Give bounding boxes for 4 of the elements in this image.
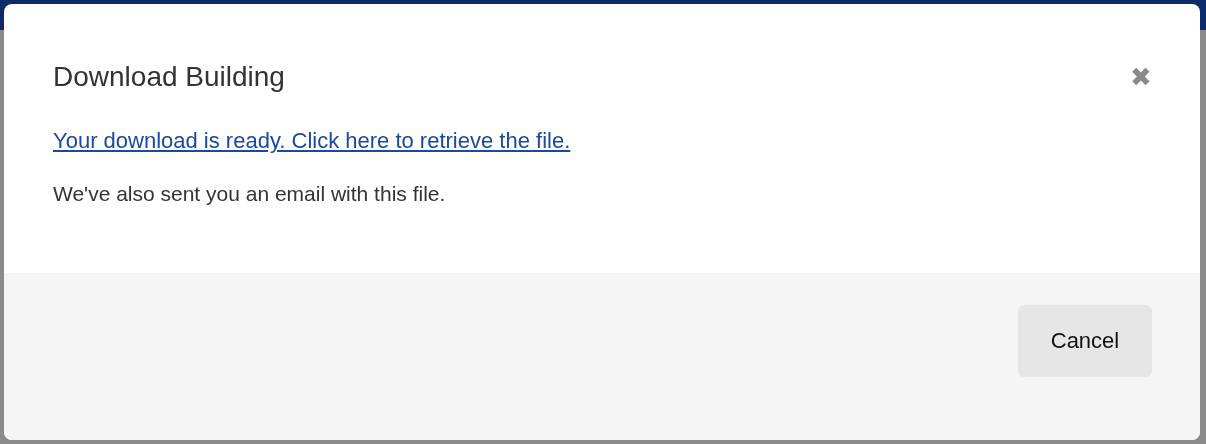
cancel-button[interactable]: Cancel bbox=[1018, 305, 1152, 377]
dialog-title: Download Building bbox=[53, 61, 285, 93]
message-text: We've also sent you an email with this file. bbox=[53, 182, 446, 206]
download-link[interactable]: Your download is ready. Click here to retrieve the file. bbox=[53, 128, 571, 154]
